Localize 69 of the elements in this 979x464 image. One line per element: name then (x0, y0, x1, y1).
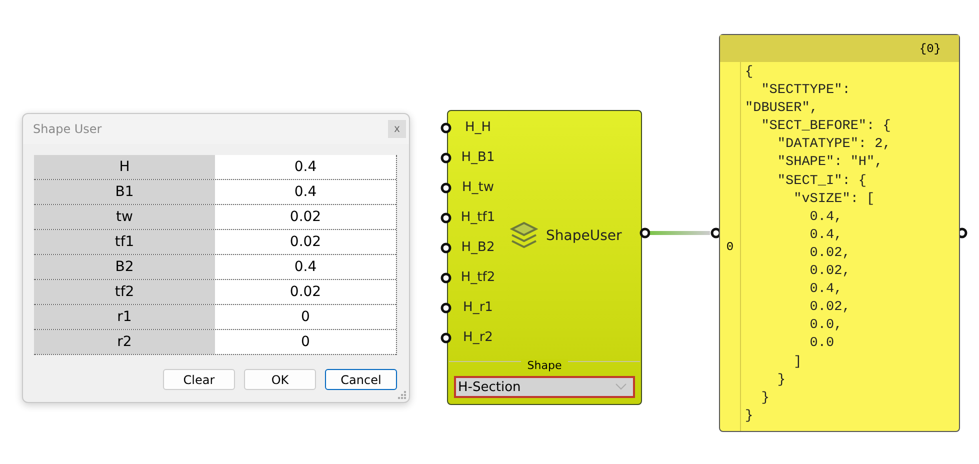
table-cell: r1 (34, 305, 215, 329)
close-button[interactable]: x (388, 120, 406, 138)
input-port-icon[interactable] (440, 122, 452, 134)
code-line: { (745, 64, 754, 82)
table-cell[interactable]: 0 (215, 305, 396, 329)
window-title: Shape User (33, 122, 102, 136)
code-line: ] (792, 354, 803, 372)
table-cell: tf2 (34, 280, 215, 304)
code-line: "DBUSER", (745, 100, 819, 118)
wire (650, 231, 710, 235)
text-panel[interactable]: {0} 0 { "SECTTYPE": "DBUSER", "SECT_BEFORE": { "DATATYPE": 2, "SHAPE": "H", "SECT_I": { "vSIZE": [ 0.4, 0.4, 0.02, 0.02, 0.4, 0.02, 0.0, 0.0 ] } } } (719, 34, 960, 432)
resize-grip-icon[interactable] (398, 391, 406, 399)
input-port-icon[interactable] (440, 302, 452, 314)
input-label: H_r1 (463, 299, 493, 317)
table-cell[interactable]: 0.02 (215, 280, 396, 304)
layers-icon (510, 221, 538, 251)
input-port-icon[interactable] (440, 152, 452, 164)
code-line: 0.4, (808, 208, 844, 227)
input-port-icon[interactable] (440, 332, 452, 344)
table-cell: H (34, 155, 215, 179)
code-line: 0.0 (808, 335, 836, 354)
input-port-icon[interactable] (440, 242, 452, 254)
code-line: 0.02, (808, 244, 852, 263)
input-label: H_tf1 (460, 209, 496, 227)
chevron-down-icon (615, 383, 627, 391)
input-label: H_B1 (461, 149, 495, 167)
code-line: "SECTTYPE": (760, 82, 852, 100)
input-label: H_tw (462, 179, 494, 197)
code-line: 0.4, (808, 281, 844, 300)
table-cell: tw (34, 205, 215, 229)
input-port-icon[interactable] (440, 212, 452, 224)
input-port-icon[interactable] (440, 272, 452, 284)
dialog-button[interactable]: Cancel (325, 369, 397, 390)
output-port-icon[interactable] (640, 228, 650, 238)
line-index: 0 (726, 240, 734, 254)
input-label: H_B2 (461, 239, 495, 257)
code-line: } (776, 372, 787, 390)
table-cell: tf1 (34, 230, 215, 254)
code-line: "SECT_I": { (776, 172, 868, 191)
input-label: H_tf2 (460, 269, 496, 287)
code-line: 0.02, (808, 263, 852, 282)
dialog-button[interactable]: OK (244, 369, 316, 390)
table-cell: B2 (34, 255, 215, 279)
table-cell[interactable]: 0 (215, 330, 396, 354)
table-cell[interactable]: 0.02 (215, 205, 396, 229)
section-label: Shape (521, 359, 568, 372)
code-line: "SECT_BEFORE": { (760, 118, 891, 136)
input-label: H_H (464, 119, 492, 137)
component-name: ShapeUser (546, 228, 622, 244)
table-cell: r2 (34, 330, 215, 354)
input-label: H_r2 (463, 329, 493, 347)
code-line: } (745, 408, 754, 426)
code-line: "SHAPE": "H", (776, 154, 884, 172)
code-line: 0.0, (808, 317, 844, 336)
input-port-icon[interactable] (710, 228, 722, 238)
input-port-icon[interactable] (440, 182, 452, 194)
table-cell[interactable]: 0.4 (215, 255, 396, 279)
code-line: } (760, 390, 770, 408)
panel-header: {0} (919, 42, 941, 56)
code-line: 0.02, (808, 299, 852, 318)
dialog-button[interactable]: Clear (163, 369, 235, 390)
table-cell[interactable]: 0.4 (215, 180, 396, 204)
code-line: 0.4, (808, 226, 844, 245)
code-line: "vSIZE": [ (792, 190, 876, 209)
table-cell: B1 (34, 180, 215, 204)
code-line: "DATATYPE": 2, (776, 136, 891, 154)
shape-dropdown[interactable]: H-Section (454, 376, 635, 398)
table-cell[interactable]: 0.4 (215, 155, 396, 179)
table-cell[interactable]: 0.02 (215, 230, 396, 254)
